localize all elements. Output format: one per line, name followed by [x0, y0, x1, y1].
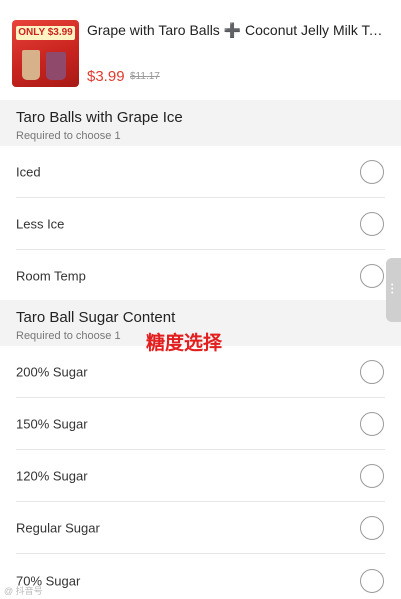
radio-button[interactable]: [360, 569, 384, 593]
more-dots-icon: • • •: [391, 282, 394, 297]
option-row-room-temp[interactable]: Room Temp: [0, 250, 401, 302]
radio-button[interactable]: [360, 212, 384, 236]
option-label: 200% Sugar: [16, 364, 88, 380]
thumbnail-promo-text: ONLY $3.99: [16, 26, 75, 40]
radio-button[interactable]: [360, 516, 384, 540]
option-row-regular-sugar[interactable]: Regular Sugar: [0, 502, 401, 554]
option-label: 120% Sugar: [16, 468, 88, 484]
option-row-less-ice[interactable]: Less Ice: [0, 198, 401, 250]
radio-button[interactable]: [360, 360, 384, 384]
option-row-iced[interactable]: Iced: [0, 146, 401, 198]
option-label: Room Temp: [16, 268, 86, 284]
option-row-70-sugar[interactable]: 70% Sugar: [0, 554, 401, 599]
original-price: $11.17: [130, 71, 160, 82]
radio-button[interactable]: [360, 264, 384, 288]
section-subtitle: Required to choose 1: [16, 330, 121, 342]
section-subtitle: Required to choose 1: [16, 130, 121, 142]
section-title: Taro Balls with Grape Ice: [16, 109, 183, 126]
option-label: 150% Sugar: [16, 416, 88, 432]
radio-button[interactable]: [360, 160, 384, 184]
overlay-caption: 糖度选择: [146, 333, 223, 354]
option-label: Regular Sugar: [16, 520, 100, 536]
radio-button[interactable]: [360, 412, 384, 436]
side-drag-handle[interactable]: • • •: [386, 258, 401, 322]
product-thumbnail[interactable]: ONLY $3.99: [12, 20, 79, 87]
product-name: Grape with Taro Balls ➕ Coconut Jelly Mi…: [87, 22, 387, 38]
radio-button[interactable]: [360, 464, 384, 488]
product-price: $3.99: [87, 68, 125, 85]
product-header: ONLY $3.99 Grape with Taro Balls ➕ Cocon…: [0, 0, 401, 100]
drink-cup-image: [46, 52, 66, 80]
section-title: Taro Ball Sugar Content: [16, 309, 176, 326]
option-row-120-sugar[interactable]: 120% Sugar: [0, 450, 401, 502]
section-header-ice: Taro Balls with Grape Ice Required to ch…: [0, 100, 401, 152]
watermark: @ 抖音号: [4, 586, 43, 596]
drink-cup-image: [22, 50, 40, 80]
option-label: Iced: [16, 164, 41, 180]
option-label: Less Ice: [16, 216, 65, 232]
option-row-150-sugar[interactable]: 150% Sugar: [0, 398, 401, 450]
